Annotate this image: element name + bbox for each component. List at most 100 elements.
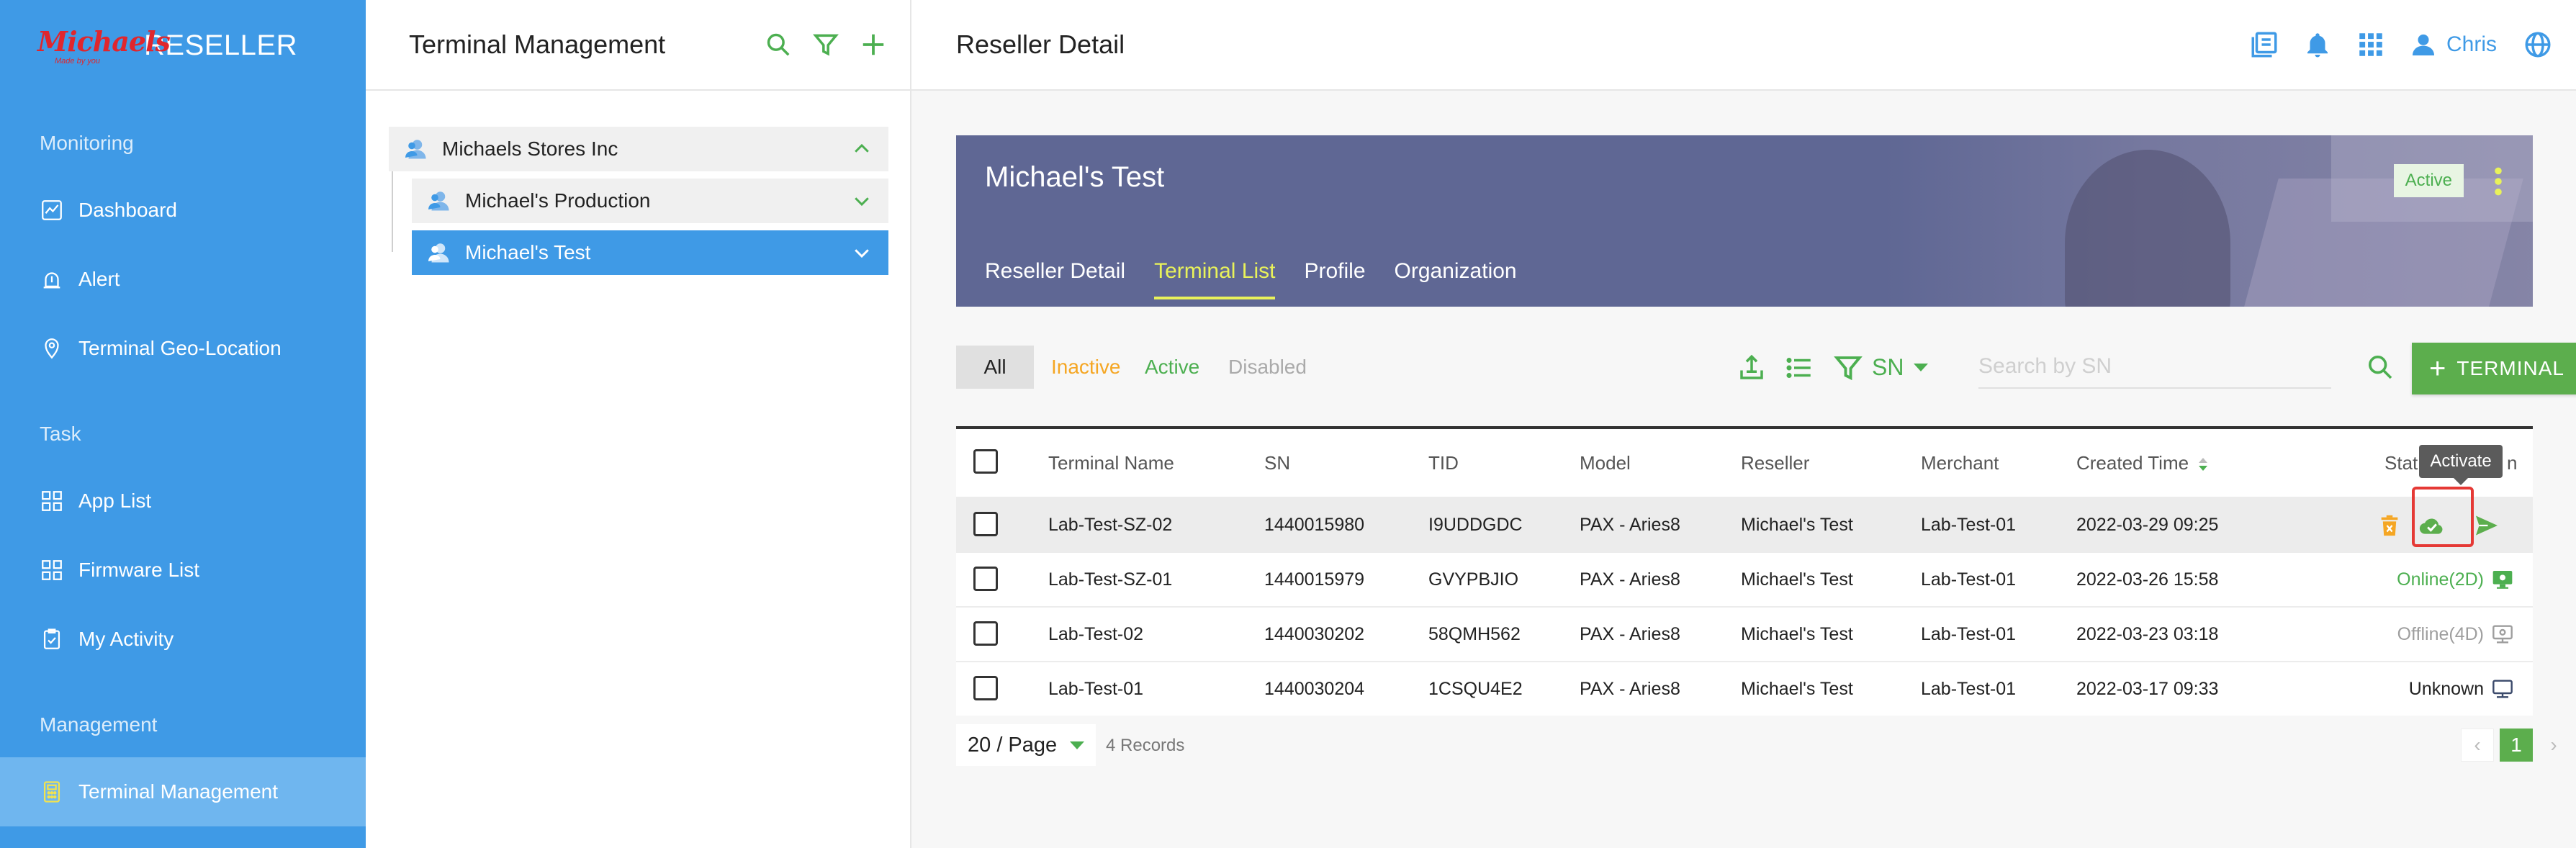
- tab-organization[interactable]: Organization: [1395, 259, 1517, 299]
- sidebar-item-firmware-list[interactable]: Firmware List: [0, 536, 366, 605]
- delete-icon[interactable]: [2377, 513, 2402, 538]
- chevron-down-icon[interactable]: [851, 190, 873, 212]
- cell-model: PAX - Aries8: [1580, 569, 1680, 590]
- bell-icon[interactable]: [2302, 30, 2333, 60]
- prev-page-button[interactable]: ‹: [2461, 729, 2494, 762]
- cell-reseller: Michael's Test: [1741, 623, 1853, 644]
- globe-icon[interactable]: [2523, 30, 2553, 60]
- sidebar-item-geo-location[interactable]: Terminal Geo-Location: [0, 314, 366, 383]
- page-number-button[interactable]: 1: [2500, 729, 2533, 762]
- tab-terminal-list[interactable]: Terminal List: [1154, 259, 1276, 299]
- brand-logo: Michaels Made by you: [37, 24, 171, 67]
- nav-section-task: Task: [40, 423, 81, 445]
- reseller-name: Michael's Test: [985, 161, 1165, 193]
- chevron-down-icon[interactable]: [851, 242, 873, 263]
- status-offline: Offline(4D): [2397, 623, 2514, 646]
- list-icon[interactable]: [1784, 353, 1814, 383]
- terminal-offline-icon: [2492, 625, 2513, 644]
- filter-all-button[interactable]: All: [956, 346, 1034, 389]
- search-field-select[interactable]: SN: [1872, 346, 1929, 389]
- sidebar-item-terminal-management[interactable]: Terminal Management: [0, 757, 366, 826]
- sidebar-item-app-list[interactable]: App List: [0, 466, 366, 536]
- row-checkbox[interactable]: [973, 621, 998, 646]
- page-title: Reseller Detail: [956, 30, 1125, 59]
- col-status[interactable]: Stat: [2384, 452, 2418, 474]
- row-checkbox[interactable]: [973, 512, 998, 536]
- record-count: 4 Records: [1106, 736, 1185, 755]
- cell-model: PAX - Aries8: [1580, 623, 1680, 644]
- filter-inactive-button[interactable]: Inactive: [1051, 346, 1121, 389]
- row-checkbox[interactable]: [973, 567, 998, 591]
- filter-icon[interactable]: [1833, 353, 1863, 383]
- add-terminal-label: TERMINAL: [2456, 357, 2564, 379]
- col-merchant[interactable]: Merchant: [1921, 452, 1999, 474]
- cell-terminal-name[interactable]: Lab-Test-01: [1048, 679, 1143, 700]
- tree-node-production[interactable]: Michael's Production: [412, 179, 888, 223]
- select-all-checkbox[interactable]: [973, 449, 998, 474]
- cell-reseller: Michael's Test: [1741, 678, 1853, 699]
- tree-node-label: Michael's Production: [465, 189, 651, 212]
- search-icon[interactable]: [765, 31, 792, 58]
- table-row[interactable]: Lab-Test-01 1440030204 1CSQU4E2 PAX - Ar…: [956, 661, 2533, 716]
- next-page-button[interactable]: ›: [2537, 729, 2570, 762]
- table-row[interactable]: Lab-Test-02 1440030202 58QMH562 PAX - Ar…: [956, 606, 2533, 661]
- sidebar-item-label: Firmware List: [78, 559, 200, 581]
- search-input[interactable]: [1978, 346, 2331, 389]
- book-icon[interactable]: [2249, 30, 2279, 60]
- filter-active-button[interactable]: Active: [1145, 346, 1199, 389]
- tab-profile[interactable]: Profile: [1304, 259, 1365, 299]
- col-model[interactable]: Model: [1580, 452, 1631, 474]
- chevron-up-icon[interactable]: [851, 138, 873, 160]
- sort-icon[interactable]: [2197, 456, 2209, 472]
- user-group-icon: [428, 191, 449, 211]
- col-created-time[interactable]: Created Time: [2076, 452, 2209, 474]
- cell-terminal-name[interactable]: Lab-Test-02: [1048, 624, 1143, 645]
- grid-icon: [42, 560, 62, 580]
- table-row[interactable]: Lab-Test-SZ-01 1440015979 GVYPBJIO PAX -…: [956, 551, 2533, 606]
- col-action[interactable]: n: [2507, 452, 2517, 474]
- tree-title: Terminal Management: [409, 30, 666, 59]
- sidebar-item-alert[interactable]: Alert: [0, 245, 366, 314]
- sidebar-item-label: Dashboard: [78, 199, 177, 221]
- cell-terminal-name[interactable]: Lab-Test-SZ-02: [1048, 515, 1172, 536]
- page-size-select[interactable]: 20 / Page: [956, 724, 1096, 766]
- nav-section-monitoring: Monitoring: [40, 132, 134, 154]
- col-created-time-label: Created Time: [2076, 451, 2189, 474]
- tree-node-test[interactable]: Michael's Test: [412, 230, 888, 275]
- detail-tabs: Reseller Detail Terminal List Profile Or…: [985, 259, 1546, 299]
- push-send-icon[interactable]: [2474, 513, 2500, 538]
- cell-terminal-name[interactable]: Lab-Test-SZ-01: [1048, 569, 1172, 590]
- brand[interactable]: Michaels Made by you RESELLER: [37, 22, 297, 69]
- sidebar-item-my-activity[interactable]: My Activity: [0, 605, 366, 674]
- tree-connector: [392, 171, 393, 252]
- search-icon[interactable]: [2366, 353, 2395, 382]
- apps-icon[interactable]: [2356, 30, 2386, 60]
- user-name: Chris: [2446, 32, 2497, 56]
- filter-disabled-button[interactable]: Disabled: [1228, 346, 1307, 389]
- chart-icon: [42, 200, 62, 220]
- col-reseller[interactable]: Reseller: [1741, 452, 1809, 474]
- cell-reseller: Michael's Test: [1741, 569, 1853, 590]
- user-group-icon: [405, 140, 426, 159]
- reseller-header-card: Michael's Test Active Reseller Detail Te…: [956, 135, 2533, 307]
- sidebar: Michaels Made by you RESELLER Monitoring…: [0, 0, 366, 848]
- filter-icon[interactable]: [812, 31, 839, 58]
- brand-logo-text: Michaels: [37, 25, 171, 58]
- status-badge: Active: [2393, 164, 2464, 197]
- user-menu[interactable]: Chris: [2409, 30, 2497, 59]
- sidebar-item-dashboard[interactable]: Dashboard: [0, 176, 366, 245]
- col-sn[interactable]: SN: [1264, 452, 1290, 474]
- more-vertical-icon[interactable]: [2492, 166, 2504, 197]
- row-checkbox[interactable]: [973, 676, 998, 700]
- sidebar-item-label: App List: [78, 490, 152, 512]
- add-terminal-button[interactable]: + TERMINAL: [2412, 343, 2576, 394]
- col-tid[interactable]: TID: [1428, 452, 1459, 474]
- tree-node-root[interactable]: Michaels Stores Inc: [389, 127, 888, 171]
- export-icon[interactable]: [1737, 353, 1767, 383]
- cell-created-time: 2022-03-26 15:58: [2076, 569, 2219, 590]
- table-row[interactable]: Lab-Test-SZ-02 1440015980 I9UDDGDC PAX -…: [956, 497, 2533, 551]
- col-terminal-name[interactable]: Terminal Name: [1048, 452, 1174, 474]
- tab-reseller-detail[interactable]: Reseller Detail: [985, 259, 1125, 299]
- add-icon[interactable]: [860, 31, 887, 58]
- terminal-unknown-icon: [2492, 680, 2513, 698]
